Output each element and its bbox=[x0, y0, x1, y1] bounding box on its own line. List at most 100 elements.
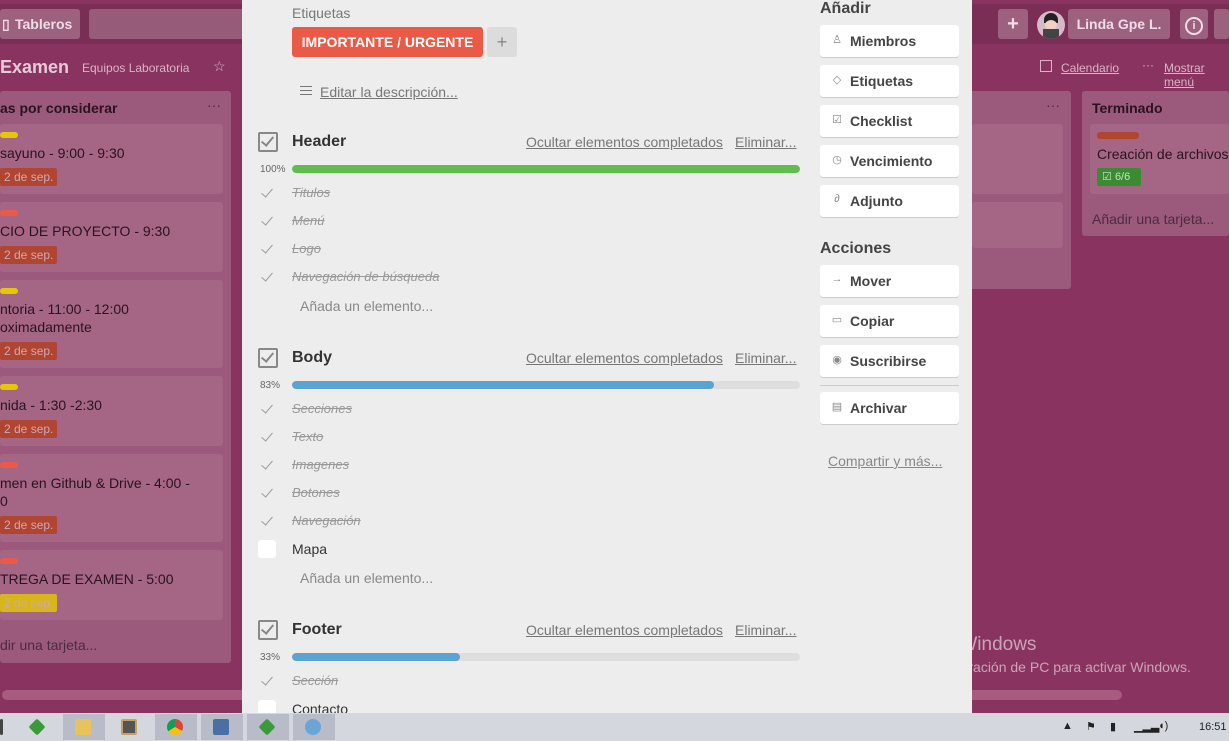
checklist-item[interactable]: Botones bbox=[258, 483, 778, 507]
add-card-link[interactable]: Añadir una tarjeta... bbox=[1092, 211, 1214, 227]
add-card-link[interactable]: dir una tarjeta... bbox=[0, 637, 97, 653]
delete-checklist-link[interactable]: Eliminar... bbox=[735, 134, 796, 150]
flag-icon[interactable]: ⚑ bbox=[1086, 720, 1096, 733]
info-icon[interactable]: i bbox=[1180, 9, 1208, 39]
notifications-button[interactable] bbox=[1214, 9, 1229, 39]
checklist-item-label[interactable]: Mapa bbox=[292, 541, 327, 557]
list-item[interactable]: Creación de archivos ☑ 6/6 bbox=[1090, 124, 1229, 194]
taskbar-app-1[interactable] bbox=[17, 714, 59, 740]
checklist-item[interactable]: Mapa bbox=[258, 539, 778, 563]
checklist-item[interactable]: Texto bbox=[258, 427, 778, 451]
checked-checkbox[interactable] bbox=[258, 456, 276, 474]
edit-description-link[interactable]: Editar la descripción... bbox=[320, 84, 458, 100]
unchecked-checkbox[interactable] bbox=[258, 540, 276, 558]
list-item[interactable]: men en Github & Drive - 4:00 - 0 2 de sep… bbox=[0, 454, 223, 542]
user-name-button[interactable]: Linda Gpe L. bbox=[1068, 9, 1170, 39]
checklist-item[interactable]: Sección bbox=[258, 671, 778, 695]
checked-checkbox[interactable] bbox=[258, 672, 276, 690]
archive-button[interactable]: ▤ Archivar bbox=[820, 392, 959, 424]
checklist-title[interactable]: Header bbox=[292, 133, 346, 151]
list-menu-icon[interactable]: ··· bbox=[1046, 97, 1060, 113]
checklist-item-label[interactable]: Contacto bbox=[292, 701, 348, 713]
taskbar-app-7[interactable] bbox=[293, 714, 335, 740]
list-item[interactable]: TREGA DE EXAMEN - 5:00 2 de sep. bbox=[0, 550, 223, 620]
taskbar-app-3[interactable] bbox=[109, 714, 151, 740]
checklist-item-label[interactable]: Logo bbox=[292, 241, 321, 256]
checklist-item[interactable]: Menú bbox=[258, 211, 778, 235]
checked-checkbox[interactable] bbox=[258, 212, 276, 230]
board-team[interactable]: Equipos Laboratoria bbox=[82, 61, 189, 75]
checklist-button[interactable]: ☑ Checklist bbox=[820, 105, 959, 137]
show-menu-link[interactable]: Mostrar menú bbox=[1164, 61, 1229, 89]
checklist-item-label[interactable]: Menú bbox=[292, 213, 325, 228]
chevron-up-icon[interactable]: ▲ bbox=[1062, 720, 1073, 732]
vencimiento-button[interactable]: ◷ Vencimiento bbox=[820, 145, 959, 177]
network-icon[interactable]: ▁▂▃ bbox=[1134, 720, 1159, 733]
checked-checkbox[interactable] bbox=[258, 240, 276, 258]
checklist-item[interactable]: Imagenes bbox=[258, 455, 778, 479]
list-item[interactable] bbox=[972, 202, 1063, 248]
checklist-item-label[interactable]: Sección bbox=[292, 673, 338, 688]
star-icon[interactable]: ☆ bbox=[213, 58, 226, 75]
list-title[interactable]: Terminado bbox=[1092, 100, 1163, 116]
hide-completed-link[interactable]: Ocultar elementos completados bbox=[526, 134, 723, 150]
board-title[interactable]: Examen bbox=[0, 57, 69, 78]
checklist-item-label[interactable]: Imagenes bbox=[292, 457, 349, 472]
list-item[interactable]: nida - 1:30 -2:30 2 de sep. bbox=[0, 376, 223, 446]
add-checklist-item-link[interactable]: Añada un elemento... bbox=[300, 298, 433, 314]
checked-checkbox[interactable] bbox=[258, 400, 276, 418]
delete-checklist-link[interactable]: Eliminar... bbox=[735, 622, 796, 638]
checked-checkbox[interactable] bbox=[258, 268, 276, 286]
checklist-title[interactable]: Body bbox=[292, 349, 332, 367]
checklist-item[interactable]: Logo bbox=[258, 239, 778, 263]
checklist-item[interactable]: Navegación bbox=[258, 511, 778, 535]
start-button[interactable] bbox=[0, 714, 10, 740]
add-checklist-item-link[interactable]: Añada un elemento... bbox=[300, 570, 433, 586]
taskbar-app-5[interactable] bbox=[201, 714, 243, 740]
checked-checkbox[interactable] bbox=[258, 512, 276, 530]
label-chip-urgent[interactable]: IMPORTANTE / URGENTE bbox=[292, 27, 483, 57]
checklist-item-label[interactable]: Navegación de búsqueda bbox=[292, 269, 439, 284]
share-link[interactable]: Compartir y más... bbox=[828, 453, 942, 469]
checklist-item[interactable]: Titulos bbox=[258, 183, 778, 207]
checklist-item-label[interactable]: Titulos bbox=[292, 185, 330, 200]
checklist-item-label[interactable]: Texto bbox=[292, 429, 323, 444]
adjunto-button[interactable]: ∂ Adjunto bbox=[820, 185, 959, 217]
checklist-item-label[interactable]: Secciones bbox=[292, 401, 352, 416]
list-item[interactable]: sayuno - 9:00 - 9:30 2 de sep. bbox=[0, 124, 223, 194]
list-title[interactable]: as por considerar bbox=[0, 100, 118, 116]
list-item[interactable]: ntoria - 11:00 - 12:00 oximadamente 2 de … bbox=[0, 280, 223, 368]
checklist-item[interactable]: Secciones bbox=[258, 399, 778, 423]
checked-checkbox[interactable] bbox=[258, 428, 276, 446]
checked-checkbox[interactable] bbox=[258, 184, 276, 202]
copiar-button[interactable]: ▭ Copiar bbox=[820, 305, 959, 337]
etiquetas-button[interactable]: ◇ Etiquetas bbox=[820, 65, 959, 97]
battery-icon[interactable]: ▮ bbox=[1110, 720, 1116, 733]
boards-button[interactable]: ▯ Tableros bbox=[0, 9, 80, 39]
suscribirse-button[interactable]: ◉ Suscribirse bbox=[820, 345, 959, 377]
checklist-title[interactable]: Footer bbox=[292, 621, 342, 639]
miembros-button[interactable]: ♙ Miembros bbox=[820, 25, 959, 57]
taskbar-file-explorer[interactable] bbox=[63, 714, 105, 740]
search-input[interactable] bbox=[89, 9, 259, 39]
checklist-item-label[interactable]: Botones bbox=[292, 485, 340, 500]
list-item[interactable]: CIO DE PROYECTO - 9:30 2 de sep. bbox=[0, 202, 223, 272]
checked-checkbox[interactable] bbox=[258, 484, 276, 502]
list-menu-icon[interactable]: ··· bbox=[207, 97, 221, 113]
avatar[interactable] bbox=[1037, 11, 1065, 39]
checklist-item-label[interactable]: Navegación bbox=[292, 513, 361, 528]
checklist-item[interactable]: Contacto bbox=[258, 699, 778, 713]
calendar-link[interactable]: Calendario bbox=[1061, 61, 1119, 75]
unchecked-checkbox[interactable] bbox=[258, 700, 276, 713]
taskbar-chrome[interactable] bbox=[155, 714, 197, 740]
volume-icon[interactable]: ◖) bbox=[1158, 720, 1168, 732]
hide-completed-link[interactable]: Ocultar elementos completados bbox=[526, 350, 723, 366]
add-button[interactable]: + bbox=[998, 9, 1028, 39]
mover-button[interactable]: → Mover bbox=[820, 265, 959, 297]
add-label-button[interactable]: + bbox=[487, 27, 517, 57]
taskbar-app-6[interactable] bbox=[247, 714, 289, 740]
hide-completed-link[interactable]: Ocultar elementos completados bbox=[526, 622, 723, 638]
list-item[interactable] bbox=[972, 124, 1063, 194]
checklist-item[interactable]: Navegación de búsqueda bbox=[258, 267, 778, 291]
delete-checklist-link[interactable]: Eliminar... bbox=[735, 350, 796, 366]
